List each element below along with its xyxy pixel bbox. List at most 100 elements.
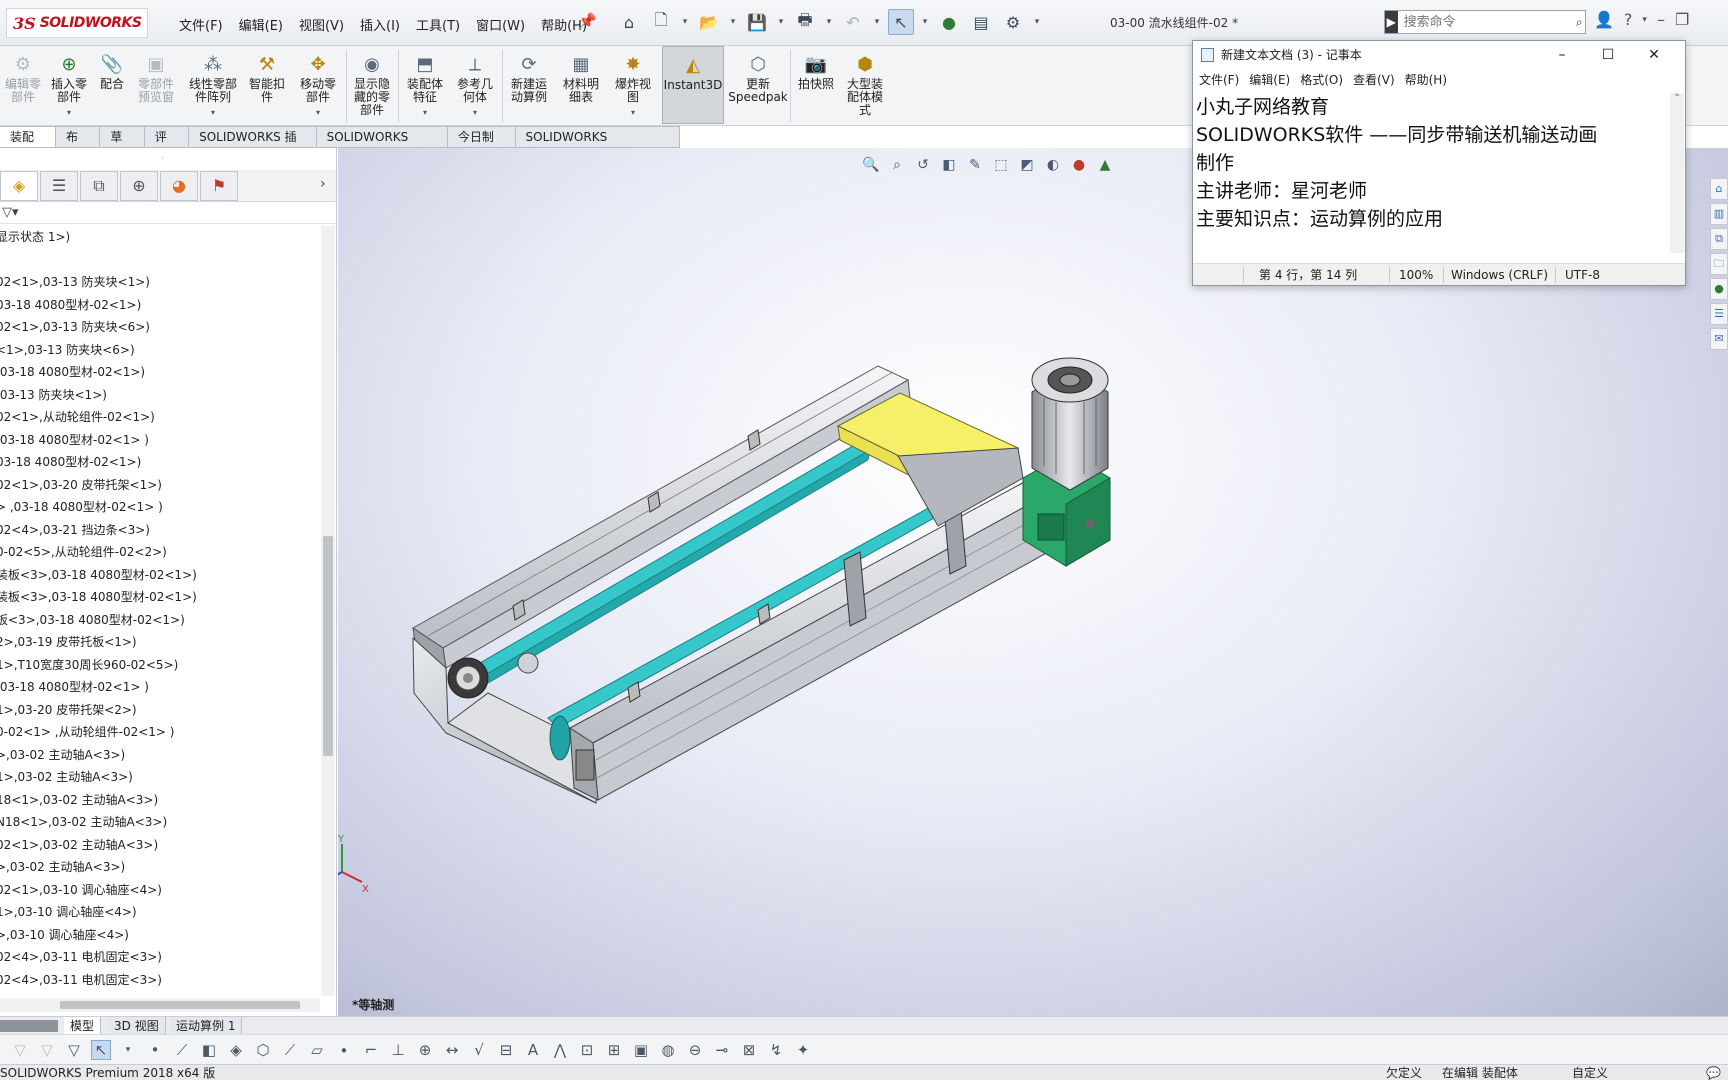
notepad-text-area[interactable]: 小丸子网络教育 SOLIDWORKS软件 ——同步带输送机输送动画 制作 主讲老… [1196, 93, 1666, 247]
exploded-view-button[interactable]: ✸ 爆炸视 图 ▾ [610, 52, 656, 119]
tab-addins[interactable]: SOLIDWORKS 插件 [189, 126, 317, 164]
property-manager-tab-icon[interactable]: ☰ [40, 170, 78, 201]
menu-insert[interactable]: 插入(I) [353, 12, 407, 37]
tab-sketch[interactable]: 草图 [100, 126, 145, 164]
menu-edit[interactable]: 编辑(E) [232, 12, 290, 37]
notepad-menu-format[interactable]: 格式(O) [1300, 69, 1343, 91]
tree-item[interactable]: 显示状态 1>) [0, 226, 320, 249]
new-motion-study-button[interactable]: ⟳ 新建运 动算例 [506, 52, 552, 104]
linear-pattern-button[interactable]: ⁂ 线性零部 件阵列 ▾ [184, 52, 242, 119]
tree-item[interactable]: <1>,03-13 防夹块<6>) [0, 339, 320, 362]
assembly-features-dropdown-icon[interactable]: ▾ [423, 106, 427, 119]
tab-scroll-arrows[interactable] [0, 1020, 58, 1032]
tree-item[interactable]: 02<1>,03-10 调心轴座<4>) [0, 879, 320, 902]
tab-motion-study[interactable]: 运动算例 1 [170, 1017, 243, 1035]
filter-faces-icon[interactable]: ◧ [199, 1041, 219, 1059]
filter-surface-finish-icon[interactable]: √ [469, 1041, 489, 1059]
tree-item[interactable]: 02<1>,从动轮组件-02<1>) [0, 406, 320, 429]
motion-manager-tab-icon[interactable]: ⚑ [200, 170, 238, 201]
update-speedpak-button[interactable]: ⬡ 更新 Speedpak [728, 52, 788, 104]
solidworks-logo[interactable]: 3S SOLIDWORKS [6, 8, 148, 38]
filter-connection-icon[interactable]: ↯ [766, 1041, 786, 1059]
filter-solid-icon[interactable]: ⬡ [253, 1041, 273, 1059]
filter-notes-icon[interactable]: A [523, 1041, 543, 1059]
menu-window[interactable]: 窗口(W) [469, 12, 532, 37]
chevron-right-icon[interactable]: › [320, 176, 326, 192]
tree-item[interactable]: > ,03-18 4080型材-02<1> ) [0, 496, 320, 519]
new-document-icon[interactable]: 🗋 [648, 9, 674, 35]
tree-item[interactable]: 1>,03-20 皮带托架<2>) [0, 699, 320, 722]
clear-filters-icon[interactable]: ▽ [37, 1041, 57, 1059]
tree-item[interactable]: 2>,03-19 皮带托板<1>) [0, 631, 320, 654]
select-all-filters-icon[interactable]: ▽ [64, 1041, 84, 1059]
tree-item[interactable]: ,03-13 防夹块<1>) [0, 384, 320, 407]
linear-pattern-dropdown-icon[interactable]: ▾ [211, 106, 215, 119]
tree-item[interactable]: 装板<3>,03-18 4080型材-02<1>) [0, 586, 320, 609]
tree-item[interactable]: 1>,03-10 调心轴座<4>) [0, 901, 320, 924]
notepad-menu-view[interactable]: 查看(V) [1353, 69, 1395, 91]
tree-item[interactable]: 0-02<5>,从动轮组件-02<2>) [0, 541, 320, 564]
tab-mbd[interactable]: SOLIDWORKS MBD [316, 126, 448, 164]
menu-tools[interactable]: 工具(T) [409, 12, 467, 37]
filter-blocks-icon[interactable]: ▣ [631, 1041, 651, 1059]
traffic-light-icon[interactable]: ● [936, 9, 962, 35]
tab-evaluate[interactable]: 评估 [144, 126, 190, 164]
tree-item[interactable]: 0-02<1> ,从动轮组件-02<1> ) [0, 721, 320, 744]
restore-icon[interactable]: ❐ [1675, 10, 1689, 29]
instant3d-button[interactable]: ◭ Instant3D [662, 46, 724, 124]
tree-item[interactable]: 02<4>,03-21 挡边条<3>) [0, 519, 320, 542]
filter-hole-icon[interactable]: ⊖ [685, 1041, 705, 1059]
open-dropdown-icon[interactable]: ▾ [728, 9, 738, 35]
configuration-manager-tab-icon[interactable]: ⧉ [80, 170, 118, 201]
new-dropdown-icon[interactable]: ▾ [680, 9, 690, 35]
smart-fastener-button[interactable]: ⚒ 智能扣 件 [246, 52, 288, 104]
tab-inspection[interactable]: SOLIDWORKS Inspection [515, 126, 680, 164]
tree-item[interactable]: 1>,03-02 主动轴A<3>) [0, 766, 320, 789]
select-pointer-icon[interactable]: ↖ [888, 9, 914, 35]
print-dropdown-icon[interactable]: ▾ [824, 9, 834, 35]
dimxpert-tab-icon[interactable]: ⊕ [120, 170, 158, 201]
filter-edges-icon[interactable]: ⟋ [172, 1041, 192, 1059]
notepad-title-bar[interactable]: 新建文本文档 (3) - 记事本 – ☐ ✕ [1193, 41, 1685, 69]
save-icon[interactable]: 💾 [744, 9, 770, 35]
notepad-scrollbar[interactable] [1670, 93, 1684, 253]
tree-filter[interactable]: ▽▾ [0, 202, 336, 224]
filter-gtol-icon[interactable]: ⊟ [496, 1041, 516, 1059]
tree-item[interactable]: 02<1>,03-02 主动轴A<3>) [0, 834, 320, 857]
move-component-dropdown-icon[interactable]: ▾ [316, 106, 320, 119]
filter-planes-icon[interactable]: ▱ [307, 1041, 327, 1059]
tab-assembly[interactable]: 装配体 [0, 126, 57, 164]
units-selector[interactable]: 自定义 [1572, 1065, 1608, 1081]
large-assembly-mode-button[interactable]: ⬢ 大型装 配体模 式 [842, 52, 888, 117]
tree-item[interactable]: 03-18 4080型材-02<1>) [0, 451, 320, 474]
scroll-thumb[interactable] [323, 536, 333, 756]
tree-item[interactable]: 02<1>,03-13 防夹块<1>) [0, 271, 320, 294]
insert-component-button[interactable]: ⊕ 插入零 部件 ▾ [46, 52, 92, 119]
file-properties-icon[interactable]: ▤ [968, 9, 994, 35]
bom-button[interactable]: ▦ 材料明 细表 [558, 52, 604, 104]
filter-cosmetic-thread-icon[interactable]: ⊞ [604, 1041, 624, 1059]
notepad-menu-file[interactable]: 文件(F) [1199, 69, 1239, 91]
filter-midpoints-icon[interactable]: ⊥ [388, 1041, 408, 1059]
help-dropdown-icon[interactable]: ▾ [1642, 15, 1647, 25]
display-manager-tab-icon[interactable]: ◕ [160, 170, 198, 201]
home-icon[interactable]: ⌂ [616, 9, 642, 35]
tree-horizontal-scrollbar[interactable] [0, 998, 320, 1012]
tree-item[interactable]: 18<1>,03-02 主动轴A<3>) [0, 789, 320, 812]
filter-weld-icon[interactable]: ⋀ [550, 1041, 570, 1059]
filter-sketch-segments-icon[interactable]: ⌐ [361, 1041, 381, 1059]
take-snapshot-button[interactable]: 📷 拍快照 [794, 52, 838, 91]
help-bubble-icon[interactable]: 💬 [1706, 1065, 1721, 1081]
tree-item[interactable]: 03-18 4080型材-02<1>) [0, 294, 320, 317]
minimize-icon[interactable]: – [1539, 41, 1585, 69]
select-dropdown-icon[interactable]: ▾ [118, 1045, 138, 1055]
filter-dimensions-icon[interactable]: ↔ [442, 1041, 462, 1059]
filter-datum-icon[interactable]: ⊡ [577, 1041, 597, 1059]
help-icon[interactable]: ? [1624, 10, 1633, 29]
insert-component-dropdown-icon[interactable]: ▾ [67, 106, 71, 119]
reference-geometry-dropdown-icon[interactable]: ▾ [473, 106, 477, 119]
exploded-view-dropdown-icon[interactable]: ▾ [631, 106, 635, 119]
filter-mesh-icon[interactable]: ⊠ [739, 1041, 759, 1059]
tree-item[interactable]: N18<1>,03-02 主动轴A<3>) [0, 811, 320, 834]
tree-item[interactable]: 02<1>,03-20 皮带托架<1>) [0, 474, 320, 497]
